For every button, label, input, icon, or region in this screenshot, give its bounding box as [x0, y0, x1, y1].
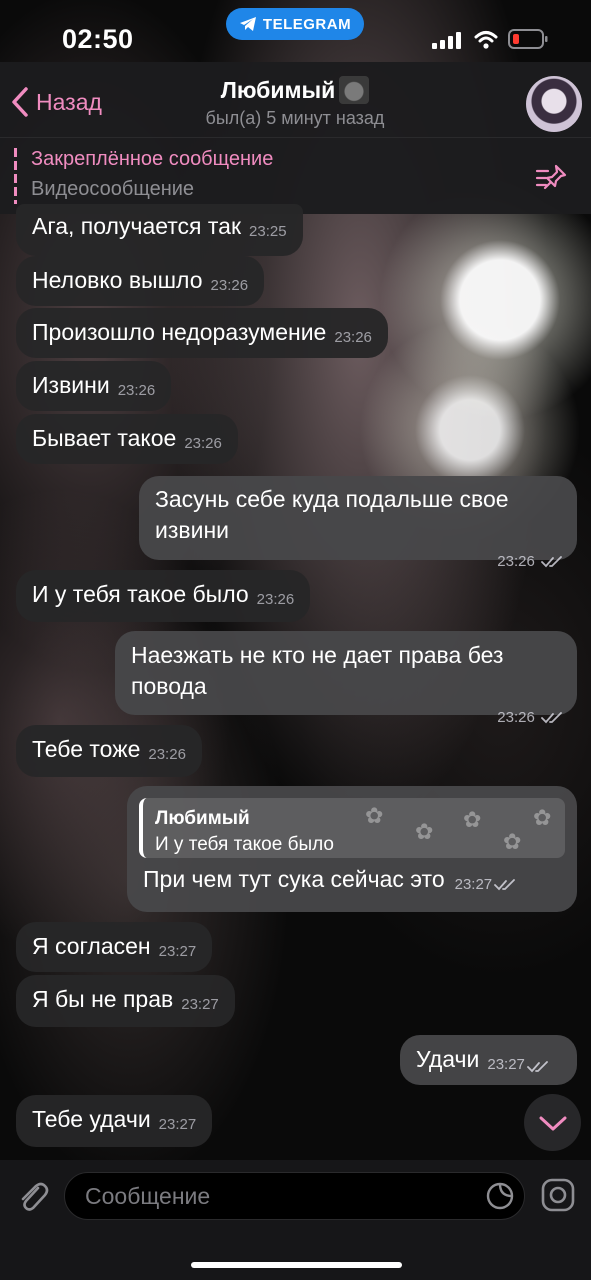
cat-emoji-icon — [339, 76, 370, 104]
message-text: Бывает такое — [32, 425, 177, 451]
sticker-icon[interactable] — [485, 1181, 515, 1211]
back-button[interactable]: Назад — [10, 86, 102, 118]
message-bubble-out[interactable]: Наезжать не кто не дает права без повода… — [115, 631, 577, 726]
message-time: 23:26 — [184, 435, 222, 452]
wifi-icon — [474, 31, 498, 49]
scroll-down-button[interactable] — [524, 1094, 581, 1151]
message-text: Извини — [32, 372, 110, 398]
back-label: Назад — [36, 88, 102, 115]
double-check-icon — [527, 1061, 548, 1073]
message-input[interactable]: Сообщение — [64, 1172, 525, 1220]
back-chevron-icon — [12, 87, 28, 117]
message-bubble-out[interactable]: ✿ ✿ ✿ ✿ ✿ Любимый И у тебя такое было Пр… — [127, 786, 577, 912]
message-text: Неловко вышло — [32, 267, 203, 293]
message-text: Засунь себе куда подальше свое извини — [155, 486, 509, 543]
message-text: Произошло недоразумение — [32, 319, 327, 345]
message-bubble-in[interactable]: Произошло недоразумение 23:26 — [16, 308, 388, 358]
camera-icon[interactable] — [540, 1177, 576, 1213]
message-text: Тебе удачи — [32, 1106, 151, 1132]
message-time: 23:26 — [497, 709, 535, 726]
message-time: 23:26 — [210, 277, 249, 294]
message-time: 23:27 — [454, 876, 493, 893]
message-text: Тебе тоже — [32, 736, 141, 762]
message-text: Я бы не прав — [32, 986, 174, 1012]
message-time: 23:25 — [249, 223, 287, 240]
message-time: 23:26 — [497, 553, 535, 570]
message-bubble-in[interactable]: Тебе тоже 23:26 — [16, 725, 202, 777]
message-time: 23:27 — [158, 1116, 197, 1133]
message-time: 23:26 — [117, 382, 156, 399]
message-text: Ага, получается так — [32, 213, 242, 239]
message-text: Наезжать не кто не дает права без повода — [131, 642, 504, 699]
bunny-pattern-icon: ✿ — [415, 819, 434, 844]
double-check-icon — [541, 712, 562, 724]
chat-title-area[interactable]: Любимый был(а) 5 минут назад — [180, 76, 410, 129]
message-bubble-in[interactable]: И у тебя такое было 23:26 — [16, 570, 311, 622]
double-check-icon — [541, 556, 562, 568]
message-bubble-in[interactable]: Извини 23:26 — [16, 361, 172, 411]
telegram-pill[interactable]: TELEGRAM — [226, 8, 364, 40]
message-time: 23:27 — [487, 1056, 525, 1073]
message-text: При чем тут сука сейчас это — [143, 866, 445, 892]
telegram-pill-label: TELEGRAM — [262, 15, 352, 33]
signal-icon — [432, 32, 461, 49]
chat-last-seen: был(а) 5 минут назад — [205, 108, 385, 128]
message-time: 23:26 — [334, 329, 372, 346]
message-bubble-in[interactable]: Ага, получается так 23:25 — [16, 204, 303, 256]
message-input-bar: Сообщение — [0, 1160, 591, 1280]
pinned-text: Видеосообщение — [31, 178, 195, 200]
message-text: И у тебя такое было — [32, 581, 249, 607]
message-time: 23:26 — [148, 746, 186, 763]
reply-text: И у тебя такое было — [155, 834, 334, 855]
message-bubble-in[interactable]: Я согласен 23:27 — [16, 922, 213, 972]
bunny-pattern-icon: ✿ — [365, 803, 384, 828]
message-text: Удачи — [416, 1046, 480, 1072]
message-text: Я согласен — [32, 933, 151, 959]
pinned-title: Закреплённое сообщение — [31, 148, 274, 170]
message-bubble-in[interactable]: Бывает такое 23:26 — [16, 414, 238, 464]
chevron-down-icon — [539, 1116, 566, 1130]
home-indicator — [191, 1262, 402, 1268]
pin-icon[interactable] — [534, 162, 570, 192]
paperclip-icon[interactable] — [14, 1178, 50, 1214]
message-time: 23:27 — [158, 943, 197, 960]
message-time: 23:26 — [256, 591, 295, 608]
bunny-pattern-icon: ✿ — [463, 807, 482, 832]
message-time: 23:27 — [181, 996, 219, 1013]
chat-header: Назад Любимый был(а) 5 минут назад — [0, 62, 591, 137]
message-input-placeholder: Сообщение — [85, 1183, 211, 1209]
pinned-message-bar[interactable]: Закреплённое сообщение Видеосообщение — [0, 137, 591, 214]
chat-title: Любимый — [220, 76, 336, 103]
avatar[interactable] — [526, 76, 582, 132]
telegram-icon — [239, 17, 256, 31]
pinned-indicator — [14, 148, 17, 204]
battery-icon — [508, 29, 548, 49]
message-bubble-out[interactable]: Засунь себе куда подальше свое извини 23… — [139, 476, 577, 570]
reply-quote[interactable]: ✿ ✿ ✿ ✿ ✿ Любимый И у тебя такое было — [139, 798, 565, 858]
bunny-pattern-icon: ✿ — [533, 805, 552, 830]
message-bubble-out[interactable]: Удачи 23:27 — [400, 1035, 577, 1085]
status-bar: 02:50 TELEGRAM — [0, 0, 591, 70]
double-check-icon — [494, 879, 516, 891]
status-time: 02:50 — [62, 24, 134, 54]
message-bubble-in[interactable]: Я бы не прав 23:27 — [16, 975, 235, 1027]
message-bubble-in[interactable]: Неловко вышло 23:26 — [16, 256, 265, 306]
bunny-pattern-icon: ✿ — [503, 829, 522, 854]
message-bubble-in[interactable]: Тебе удачи 23:27 — [16, 1095, 213, 1147]
